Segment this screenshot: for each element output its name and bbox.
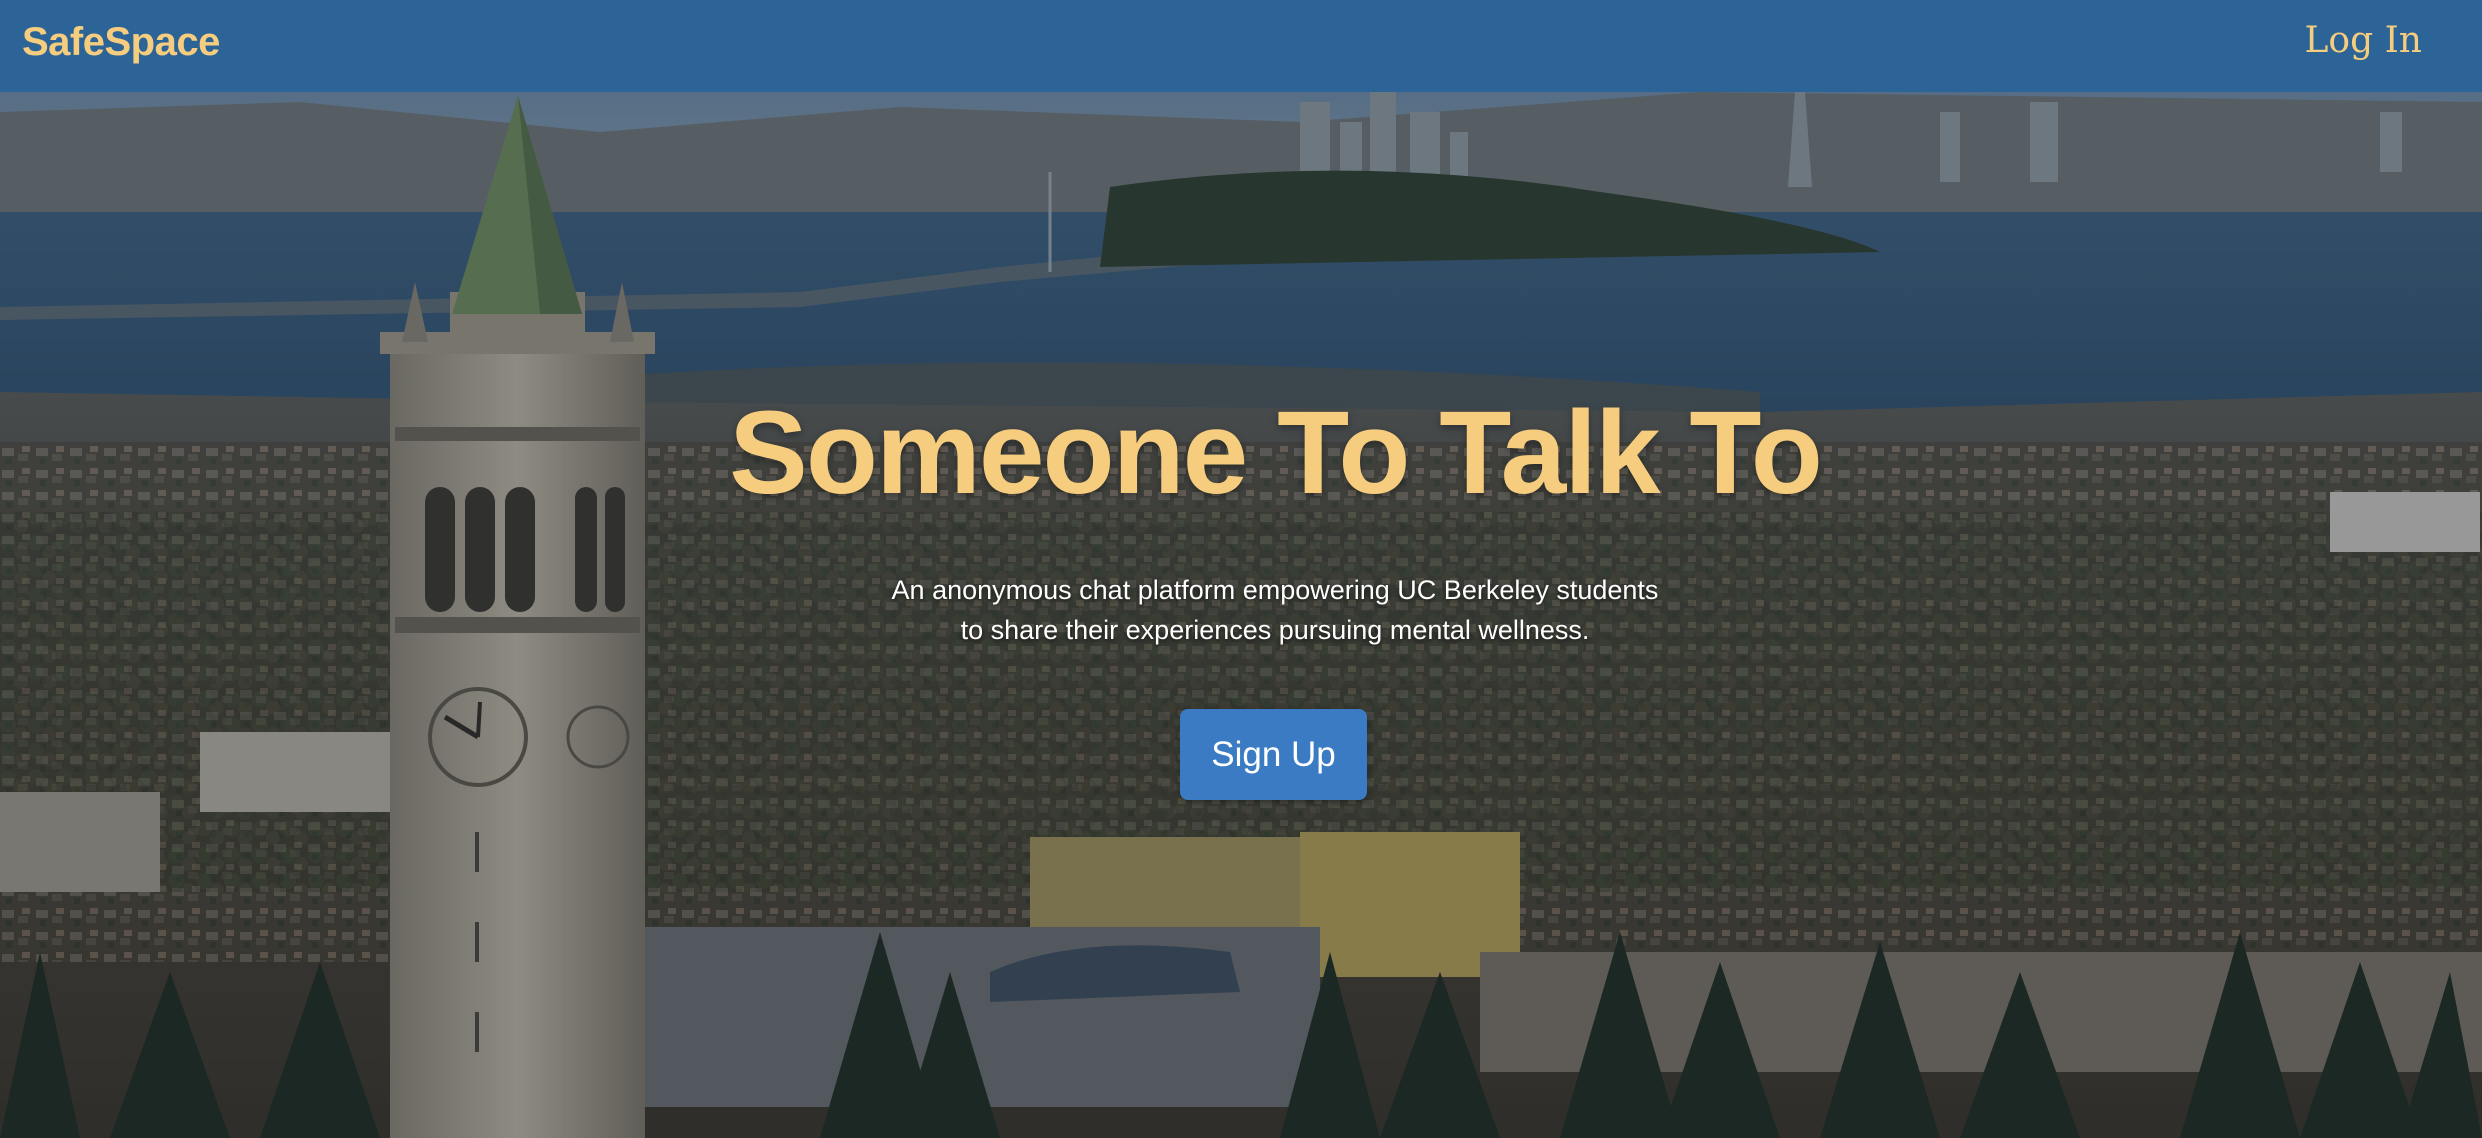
login-link[interactable]: Log In xyxy=(2305,20,2422,61)
hero-title: Someone To Talk To xyxy=(729,387,1823,519)
hero-subtitle-line: to share their experiences pursuing ment… xyxy=(960,615,1590,645)
hero-subtitle-line: An anonymous chat platform empowering UC… xyxy=(891,575,1659,605)
brand-logo[interactable]: SafeSpace xyxy=(22,20,220,65)
navbar: SafeSpace Log In xyxy=(0,0,2482,92)
signup-button[interactable]: Sign Up xyxy=(1180,709,1367,800)
hero-subtitle: An anonymous chat platform empowering UC… xyxy=(0,570,2482,650)
